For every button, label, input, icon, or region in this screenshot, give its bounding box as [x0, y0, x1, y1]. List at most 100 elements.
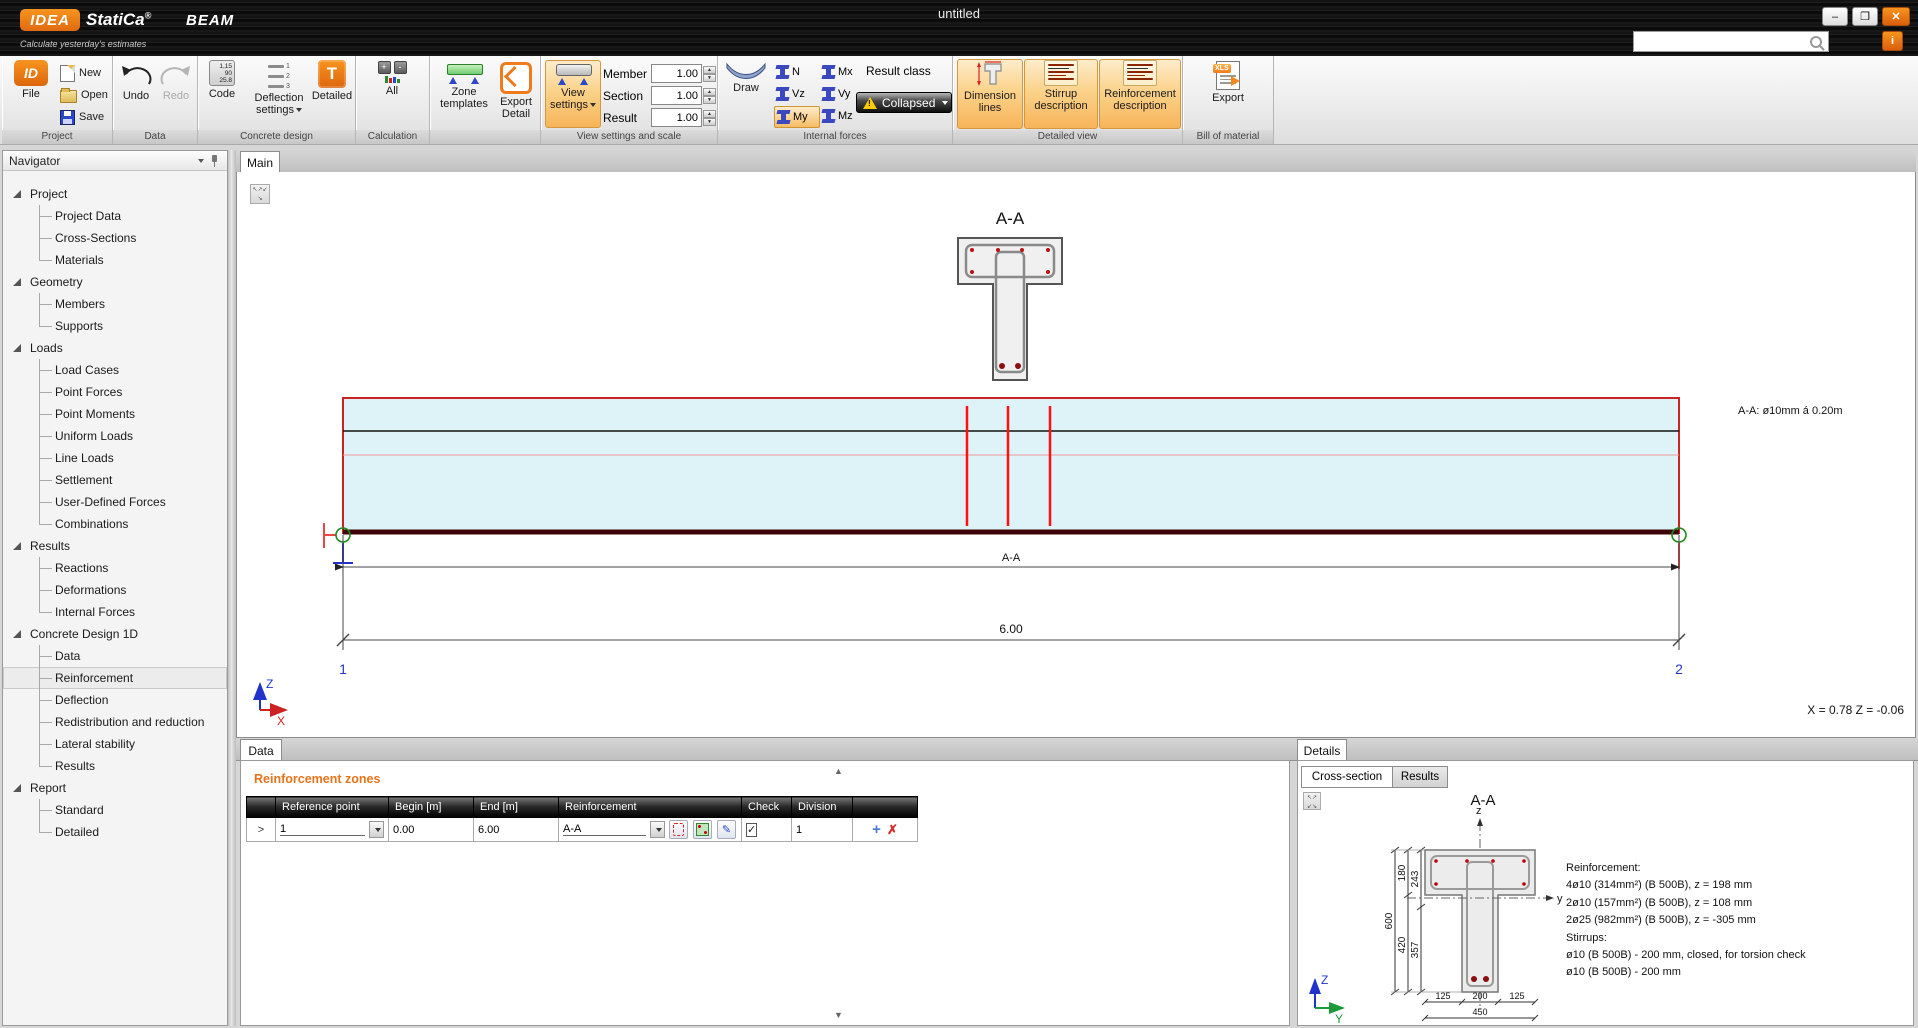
nav-item-concrete-design-1d[interactable]: Concrete Design 1D	[3, 623, 227, 645]
info-button[interactable]: i	[1882, 31, 1903, 51]
tab-details[interactable]: Details	[1297, 739, 1347, 761]
rebar-edit-button[interactable]	[693, 820, 712, 839]
force-vz-button[interactable]: Vz	[774, 84, 818, 104]
navigator-dropdown-icon[interactable]	[198, 159, 204, 166]
nav-item-settlement[interactable]: Settlement	[3, 469, 227, 491]
division-cell[interactable]: 1	[792, 818, 853, 842]
tree-expanded-icon[interactable]	[13, 542, 21, 550]
tree-expanded-icon[interactable]	[13, 344, 21, 352]
nav-item-combinations[interactable]: Combinations	[3, 513, 227, 535]
nav-item-report[interactable]: Report	[3, 777, 227, 799]
dropdown-button[interactable]	[650, 821, 665, 838]
check-cell[interactable]: ✓	[742, 818, 792, 842]
stirrup-description-button[interactable]: Stirrup description	[1024, 59, 1098, 129]
scroll-down-icon[interactable]: ▼	[834, 1010, 843, 1020]
reinforcement-description-button[interactable]: Reinforcement description	[1099, 59, 1181, 129]
nav-item-lateral-stability[interactable]: Lateral stability	[3, 733, 227, 755]
member-scale-spinner[interactable]: ▲▼	[703, 66, 716, 82]
redo-button[interactable]: Redo	[157, 62, 195, 102]
tab-main[interactable]: Main	[240, 151, 280, 173]
result-scale-spinner[interactable]: ▲▼	[703, 110, 716, 126]
vertical-splitter[interactable]	[228, 150, 236, 1026]
nav-item-members[interactable]: Members	[3, 293, 227, 315]
force-my-button[interactable]: My	[774, 106, 820, 128]
nav-item-geometry[interactable]: Geometry	[3, 271, 227, 293]
main-tab-bar	[236, 150, 1916, 173]
search-input[interactable]	[1634, 34, 1810, 49]
nav-item-project-data[interactable]: Project Data	[3, 205, 227, 227]
result-scale-input[interactable]: 1.00	[651, 108, 702, 127]
tree-expanded-icon[interactable]	[13, 278, 21, 286]
member-scale-input[interactable]: 1.00	[651, 64, 702, 83]
beam-drawing[interactable]: A-A	[236, 172, 1916, 738]
minimize-button[interactable]: –	[1822, 7, 1848, 26]
pin-icon[interactable]	[210, 155, 219, 167]
reinforcement-cell[interactable]: A-A ✎	[559, 818, 742, 842]
nav-item-standard[interactable]: Standard	[3, 799, 227, 821]
dimension-lines-button[interactable]: Dimension lines	[957, 59, 1023, 129]
nav-item-point-moments[interactable]: Point Moments	[3, 403, 227, 425]
maximize-button[interactable]: ❒	[1852, 7, 1878, 26]
result-class-dropdown[interactable]: ! Collapsed	[856, 92, 952, 113]
view-settings-button[interactable]: View settings	[545, 60, 601, 128]
nav-item-project[interactable]: Project	[3, 183, 227, 205]
nav-item-supports[interactable]: Supports	[3, 315, 227, 337]
save-button[interactable]: Save	[60, 108, 104, 126]
code-button[interactable]: 1,159025.8 Code	[200, 60, 244, 100]
end-cell[interactable]: 6.00	[474, 818, 559, 842]
edit-pencil-button[interactable]: ✎	[717, 820, 736, 839]
calculate-all-button[interactable]: +- All	[372, 61, 412, 97]
tree-expanded-icon[interactable]	[13, 190, 21, 198]
nav-item-materials[interactable]: Materials	[3, 249, 227, 271]
nav-item-loads[interactable]: Loads	[3, 337, 227, 359]
stirrup-edit-button[interactable]	[669, 820, 688, 839]
tree-expanded-icon[interactable]	[13, 784, 21, 792]
close-button[interactable]: ✕	[1882, 7, 1910, 26]
nav-item-data[interactable]: Data	[3, 645, 227, 667]
nav-item-uniform-loads[interactable]: Uniform Loads	[3, 425, 227, 447]
force-n-button[interactable]: N	[774, 62, 818, 82]
file-button[interactable]: ID File	[8, 60, 54, 100]
open-button[interactable]: Open	[60, 86, 108, 104]
nav-item-deflection[interactable]: Deflection	[3, 689, 227, 711]
begin-cell[interactable]: 0.00	[389, 818, 474, 842]
tab-data[interactable]: Data	[240, 739, 282, 761]
nav-item-reinforcement[interactable]: Reinforcement	[3, 667, 227, 689]
delete-row-button[interactable]: ✗	[887, 822, 898, 837]
nav-item-detailed[interactable]: Detailed	[3, 821, 227, 843]
row-selector[interactable]: >	[247, 818, 276, 842]
data-tab-bar	[236, 738, 1293, 761]
nav-item-results[interactable]: Results	[3, 755, 227, 777]
tree-expanded-icon[interactable]	[13, 630, 21, 638]
detailed-button[interactable]: T Detailed	[310, 60, 354, 102]
reference-point-cell[interactable]: 1	[276, 818, 389, 842]
navigator-header[interactable]: Navigator	[3, 151, 227, 171]
check-checkbox[interactable]: ✓	[746, 823, 757, 837]
tree-connector	[39, 491, 52, 503]
zone-templates-button[interactable]: Zone templates	[434, 62, 494, 110]
nav-item-deformations[interactable]: Deformations	[3, 579, 227, 601]
search-box[interactable]	[1633, 31, 1829, 52]
section-scale-input[interactable]: 1.00	[651, 86, 702, 105]
nav-item-redistribution-and-reduction[interactable]: Redistribution and reduction	[3, 711, 227, 733]
beam-elevation[interactable]	[343, 398, 1679, 533]
add-row-button[interactable]: +	[872, 821, 881, 838]
section-scale-spinner[interactable]: ▲▼	[703, 88, 716, 104]
nav-item-line-loads[interactable]: Line Loads	[3, 447, 227, 469]
nav-item-load-cases[interactable]: Load Cases	[3, 359, 227, 381]
nav-item-cross-sections[interactable]: Cross-Sections	[3, 227, 227, 249]
new-button[interactable]: New	[60, 64, 101, 82]
nav-item-reactions[interactable]: Reactions	[3, 557, 227, 579]
nav-item-internal-forces[interactable]: Internal Forces	[3, 601, 227, 623]
draw-button[interactable]: Draw	[722, 62, 770, 94]
dropdown-button[interactable]	[369, 821, 384, 838]
scroll-up-icon[interactable]: ▲	[834, 766, 843, 776]
nav-item-user-defined-forces[interactable]: User-Defined Forces	[3, 491, 227, 513]
export-button[interactable]: XLS Export	[1203, 61, 1253, 104]
nav-item-point-forces[interactable]: Point Forces	[3, 381, 227, 403]
undo-button[interactable]: Undo	[115, 62, 157, 102]
force-mx-button[interactable]: Mx	[820, 62, 864, 82]
deflection-settings-button[interactable]: 1 2 3 Deflection settings	[246, 60, 312, 116]
export-detail-button[interactable]: Export Detail	[494, 62, 538, 120]
nav-item-results[interactable]: Results	[3, 535, 227, 557]
